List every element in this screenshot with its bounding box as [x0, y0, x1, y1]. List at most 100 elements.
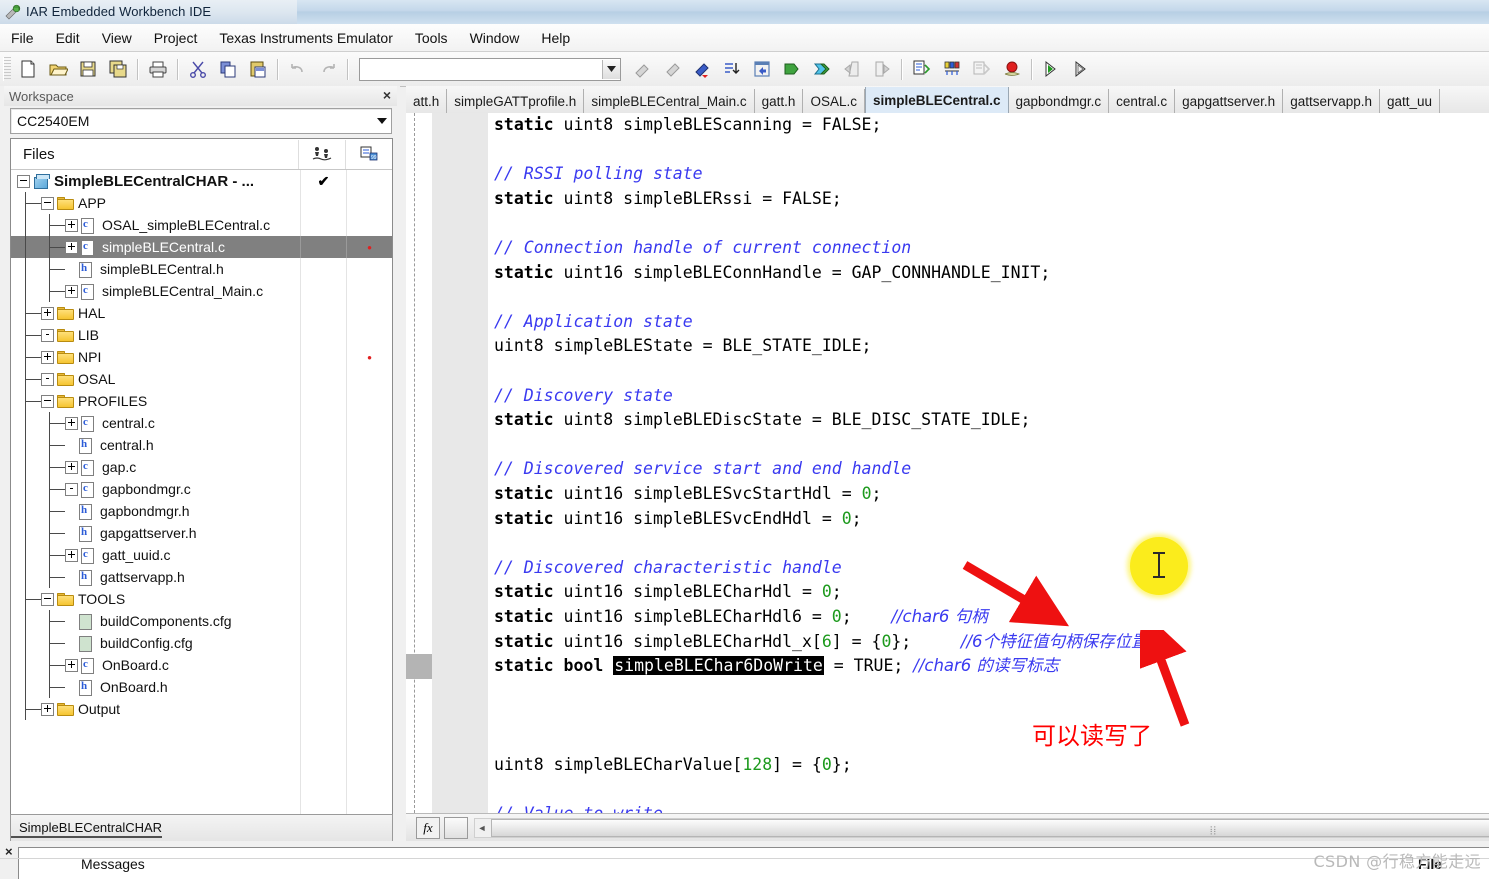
tree-expand-icon[interactable] [65, 285, 78, 298]
new-document-icon[interactable] [13, 55, 43, 83]
editor-tab-gatt-h[interactable]: gatt.h [755, 89, 804, 113]
code-line[interactable]: static uint16 simpleBLESvcEndHdl = 0; [494, 507, 862, 532]
tree-expand-icon[interactable] [41, 307, 54, 320]
run-icon[interactable] [1037, 55, 1067, 83]
chevron-down-icon[interactable] [372, 110, 391, 132]
tree-item-tools[interactable]: TOOLS [11, 588, 392, 610]
code-line[interactable]: uint8 simpleBLEState = BLE_STATE_IDLE; [494, 334, 872, 359]
menu-tools[interactable]: Tools [404, 27, 459, 49]
code-line[interactable]: // Discovered service start and end hand… [494, 457, 911, 482]
tree-expand-icon[interactable] [65, 483, 78, 496]
chevron-down-icon[interactable] [602, 60, 620, 79]
copy-icon[interactable] [213, 55, 243, 83]
code-line[interactable]: // Discovered characteristic handle [494, 556, 842, 581]
code-line[interactable]: static uint16 simpleBLEConnHandle = GAP_… [494, 261, 1050, 286]
tree-item-simpleblecentral-h[interactable]: simpleBLECentral.h [11, 258, 392, 280]
code-line[interactable]: static uint16 simpleBLESvcStartHdl = 0; [494, 482, 881, 507]
editor-tab-simpleblecentral-c[interactable]: simpleBLECentral.c [865, 87, 1009, 113]
navigate-backward-icon[interactable] [747, 55, 777, 83]
breakpoint-icon[interactable] [997, 55, 1027, 83]
goto-next-bookmark-icon[interactable] [687, 55, 717, 83]
code-line[interactable]: static uint16 simpleBLECharHdl6 = 0; //c… [494, 605, 988, 630]
tree-item-profiles[interactable]: PROFILES [11, 390, 392, 412]
editor-tab-gapbondmgr-c[interactable]: gapbondmgr.c [1009, 89, 1110, 113]
options-icon[interactable]: 99 [345, 140, 392, 169]
toolbar-grip[interactable] [3, 57, 11, 81]
close-icon[interactable]: × [383, 88, 391, 103]
tree-expand-icon[interactable] [65, 219, 78, 232]
project-tree[interactable]: Files 99 [10, 138, 393, 879]
tree-item-simpleblecentralchar[interactable]: SimpleBLECentralCHAR - ...✔ [11, 170, 392, 192]
tree-collapse-icon[interactable] [41, 197, 54, 210]
tree-item-osal-simpleblecentral-c[interactable]: OSAL_simpleBLECentral.c [11, 214, 392, 236]
bookmark-prev-icon[interactable] [657, 55, 687, 83]
menu-edit[interactable]: Edit [45, 27, 91, 49]
tree-expand-icon[interactable] [65, 417, 78, 430]
goto-line-icon[interactable] [717, 55, 747, 83]
tree-item-gapbondmgr-c[interactable]: gapbondmgr.c [11, 478, 392, 500]
editor-tab-simplegattprofile-h[interactable]: simpleGATTprofile.h [447, 89, 584, 113]
tree-item-central-h[interactable]: central.h [11, 434, 392, 456]
save-all-icon[interactable] [103, 55, 133, 83]
editor-tab-gapgattserver-h[interactable]: gapgattserver.h [1175, 89, 1283, 113]
workspace-tab-simplebrecentralchar[interactable]: SimpleBLECentralCHAR [11, 820, 162, 838]
close-icon[interactable]: × [5, 844, 13, 859]
compile-icon[interactable] [777, 55, 807, 83]
tree-expand-icon[interactable] [65, 659, 78, 672]
step-icon[interactable] [1067, 55, 1097, 83]
make-icon[interactable] [807, 55, 837, 83]
tree-expand-icon[interactable] [41, 351, 54, 364]
code-line[interactable]: static bool simpleBLEChar6DoWrite = TRUE… [494, 654, 1059, 679]
tree-item-app[interactable]: APP [11, 192, 392, 214]
menu-view[interactable]: View [91, 27, 143, 49]
open-folder-icon[interactable] [43, 55, 73, 83]
register-view-icon[interactable] [937, 55, 967, 83]
code-line[interactable]: // Value to write [494, 802, 663, 813]
tree-item-buildcomponents-cfg[interactable]: buildComponents.cfg [11, 610, 392, 632]
build-status-icon[interactable] [298, 140, 345, 169]
tree-item-gatt-uuid-c[interactable]: gatt_uuid.c [11, 544, 392, 566]
tree-expand-icon[interactable] [65, 461, 78, 474]
tree-expand-icon[interactable] [41, 373, 54, 386]
tree-item-simpleblecentral-c[interactable]: simpleBLECentral.c• [11, 236, 392, 258]
code-line[interactable]: uint8 simpleBLECharValue[128] = {0}; [494, 753, 852, 778]
bookmark-toggle-icon[interactable] [627, 55, 657, 83]
tree-item-npi[interactable]: NPI• [11, 346, 392, 368]
redo-icon[interactable] [313, 55, 343, 83]
tree-item-onboard-h[interactable]: OnBoard.h [11, 676, 392, 698]
tree-expand-icon[interactable] [65, 241, 78, 254]
tree-item-gapbondmgr-h[interactable]: gapbondmgr.h [11, 500, 392, 522]
code-line[interactable]: static uint16 simpleBLECharHdl_x[6] = {0… [494, 630, 1148, 655]
tree-item-central-c[interactable]: central.c [11, 412, 392, 434]
scroll-left-icon[interactable]: ◄ [475, 820, 489, 836]
code-text-area[interactable]: static uint8 simpleBLEScanning = FALSE;/… [406, 113, 1489, 813]
cut-scissors-icon[interactable] [183, 55, 213, 83]
code-line[interactable]: // RSSI polling state [494, 162, 703, 187]
code-line[interactable]: // Application state [494, 310, 693, 335]
tree-item-osal[interactable]: OSAL [11, 368, 392, 390]
print-icon[interactable] [143, 55, 173, 83]
editor-tab-gatt-uu[interactable]: gatt_uu [1380, 89, 1440, 113]
tree-item-simpleblecentral-main-c[interactable]: simpleBLECentral_Main.c [11, 280, 392, 302]
editor-tab-gattservapp-h[interactable]: gattservapp.h [1283, 89, 1380, 113]
paste-icon[interactable] [243, 55, 273, 83]
workspace-config-select[interactable]: CC2540EM [10, 108, 392, 134]
scrollbar-thumb[interactable] [491, 819, 1489, 837]
tree-expand-icon[interactable] [41, 703, 54, 716]
menu-window[interactable]: Window [459, 27, 531, 49]
horizontal-scrollbar[interactable]: ◄ ⦙⦙ [474, 818, 1489, 838]
tree-item-gattservapp-h[interactable]: gattservapp.h [11, 566, 392, 588]
editor-tab-simpleblecentral-main-c[interactable]: simpleBLECentral_Main.c [584, 89, 754, 113]
split-view-button[interactable] [444, 817, 468, 839]
code-line[interactable]: static uint8 simpleBLEDiscState = BLE_DI… [494, 408, 1030, 433]
stop-build-icon[interactable] [837, 55, 867, 83]
tree-item-buildconfig-cfg[interactable]: buildConfig.cfg [11, 632, 392, 654]
tree-collapse-icon[interactable] [41, 395, 54, 408]
find-in-files-icon[interactable] [907, 55, 937, 83]
tree-expand-icon[interactable] [65, 549, 78, 562]
function-list-icon[interactable]: fx [416, 817, 440, 839]
code-line[interactable]: // Connection handle of current connecti… [494, 236, 911, 261]
menu-project[interactable]: Project [143, 27, 209, 49]
undo-icon[interactable] [283, 55, 313, 83]
tree-item-output[interactable]: Output [11, 698, 392, 720]
